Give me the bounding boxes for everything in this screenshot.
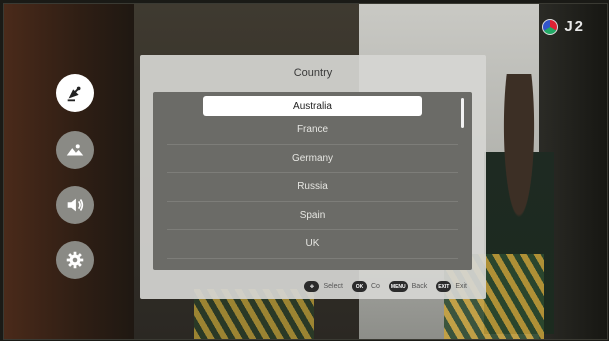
dialog-title: Country [293, 67, 333, 79]
side-menu-picture[interactable] [56, 131, 94, 169]
side-menu-satellite[interactable] [56, 74, 94, 112]
channel-logo: J2 [542, 18, 585, 35]
country-dialog: Country Australia France Germany Russia … [140, 55, 486, 299]
tv-screen: J2 Country Australia France Germany Russ… [3, 3, 608, 340]
list-item-france[interactable]: France [167, 116, 458, 145]
list-scrollbar[interactable] [461, 98, 464, 128]
logo-text: J2 [564, 18, 585, 35]
button-hints: ✥ Select OK Co MENU Back EXIT Exit [304, 281, 472, 292]
exit-button-icon: EXIT [436, 281, 452, 292]
menu-button-icon: MENU [388, 281, 408, 292]
volume-icon [67, 198, 84, 212]
hint-select-label: Select [323, 283, 343, 290]
bg-curtain [4, 4, 134, 339]
list-item-spain[interactable]: Spain [167, 202, 458, 230]
logo-mark-icon [542, 18, 559, 35]
country-list: Australia France Germany Russia Spain UK [153, 92, 472, 270]
side-menu-volume[interactable] [56, 186, 94, 224]
hint-exit-label: Exit [455, 283, 467, 290]
side-menu-settings[interactable] [56, 241, 94, 279]
list-item-uk[interactable]: UK [167, 230, 458, 259]
dpad-icon: ✥ [304, 281, 320, 292]
satellite-icon [67, 86, 81, 102]
ok-button-icon: OK [351, 281, 367, 292]
hint-back-label: Back [411, 283, 428, 290]
hint-confirm-label: Co [370, 283, 380, 290]
picture-icon [66, 144, 84, 156]
list-item-australia[interactable]: Australia [203, 96, 422, 116]
list-item-russia[interactable]: Russia [167, 173, 458, 202]
settings-gear-icon [66, 251, 84, 269]
list-item-germany[interactable]: Germany [167, 145, 458, 173]
